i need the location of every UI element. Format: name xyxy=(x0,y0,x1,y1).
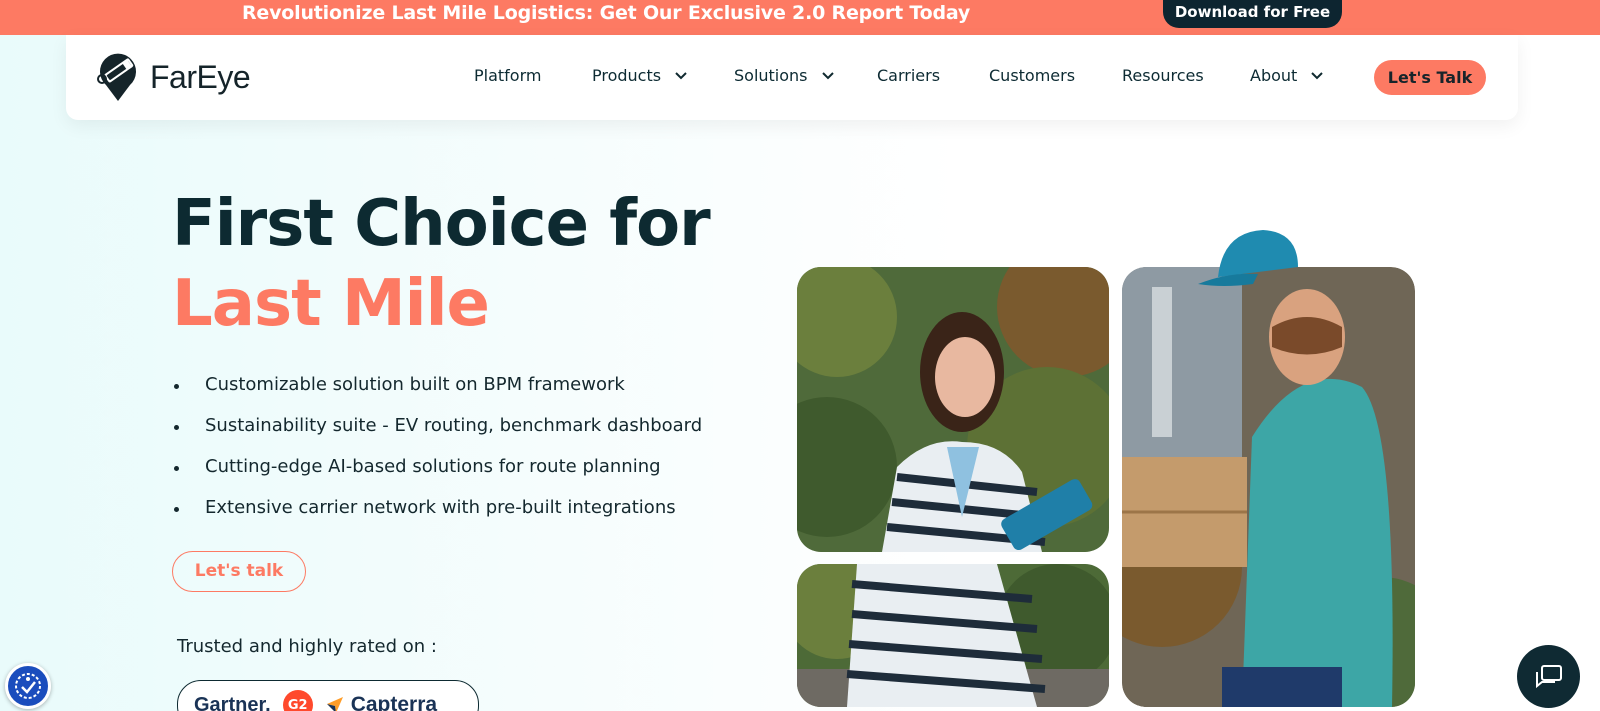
nav-item-label: Platform xyxy=(474,66,542,85)
nav-item-label: Products xyxy=(592,66,662,85)
main-nav: FarEye Platform Products Solutions Carri… xyxy=(66,35,1518,120)
promo-text: Revolutionize Last Mile Logistics: Get O… xyxy=(242,2,971,24)
g2-logo: G2 xyxy=(282,690,313,711)
ratings-badge[interactable]: Gartner. G2 Capterra xyxy=(177,680,479,711)
chevron-down-icon xyxy=(821,71,834,79)
brand-name: FarEye xyxy=(150,58,251,95)
nav-item-label: Customers xyxy=(989,66,1076,85)
trusted-label: Trusted and highly rated on : xyxy=(177,636,437,657)
feature-item: Cutting-edge AI-based solutions for rout… xyxy=(172,454,702,495)
lets-talk-nav-button[interactable]: Let's Talk xyxy=(1374,60,1486,95)
feature-item: Customizable solution built on BPM frame… xyxy=(172,372,702,413)
nav-item-customers[interactable]: Customers xyxy=(989,66,1075,85)
nav-item-label: Solutions xyxy=(734,66,808,85)
woman-with-tablet-image xyxy=(797,267,1109,552)
hero-image-courier xyxy=(1122,230,1415,707)
nav-item-solutions[interactable]: Solutions xyxy=(734,66,836,85)
capterra-logo: Capterra xyxy=(325,693,437,711)
promo-banner: Revolutionize Last Mile Logistics: Get O… xyxy=(0,0,1600,35)
chevron-down-icon xyxy=(675,71,687,79)
feature-item: Sustainability suite - EV routing, bench… xyxy=(172,413,702,454)
capterra-label: Capterra xyxy=(350,693,438,711)
nav-item-label: Resources xyxy=(1122,66,1204,85)
nav-item-platform[interactable]: Platform xyxy=(474,66,541,85)
gartner-logo: Gartner. xyxy=(194,693,271,711)
nav-item-about[interactable]: About xyxy=(1250,66,1325,85)
fareye-logo-icon xyxy=(97,53,136,101)
chevron-down-icon xyxy=(1311,71,1324,79)
hero-title-line-2: Last Mile xyxy=(172,267,490,341)
nav-item-label: About xyxy=(1250,66,1298,85)
chat-button[interactable] xyxy=(1517,645,1580,708)
brand-logo[interactable]: FarEye xyxy=(96,51,251,103)
hero-image-woman-top xyxy=(797,267,1109,552)
nav-item-products[interactable]: Products xyxy=(592,66,689,85)
woman-lower-image xyxy=(797,564,1109,707)
nav-item-resources[interactable]: Resources xyxy=(1122,66,1204,85)
courier-cap xyxy=(1198,230,1298,286)
capterra-arrow-icon xyxy=(326,697,343,711)
courier-with-boxes-image xyxy=(1122,267,1415,707)
hero-title: First Choice for Last Mile xyxy=(172,184,711,344)
download-report-button[interactable]: Download for Free xyxy=(1163,0,1342,28)
accessibility-icon xyxy=(15,673,41,699)
chat-icon xyxy=(1535,664,1562,688)
hero-image-woman-bottom xyxy=(797,564,1109,707)
nav-item-label: Carriers xyxy=(877,66,941,85)
feature-item: Extensive carrier network with pre-built… xyxy=(172,495,702,536)
hero-title-line-1: First Choice for xyxy=(172,187,711,261)
feature-list: Customizable solution built on BPM frame… xyxy=(172,372,702,536)
accessibility-button[interactable] xyxy=(5,663,51,709)
nav-item-carriers[interactable]: Carriers xyxy=(877,66,940,85)
lets-talk-hero-button[interactable]: Let's talk xyxy=(172,551,306,592)
